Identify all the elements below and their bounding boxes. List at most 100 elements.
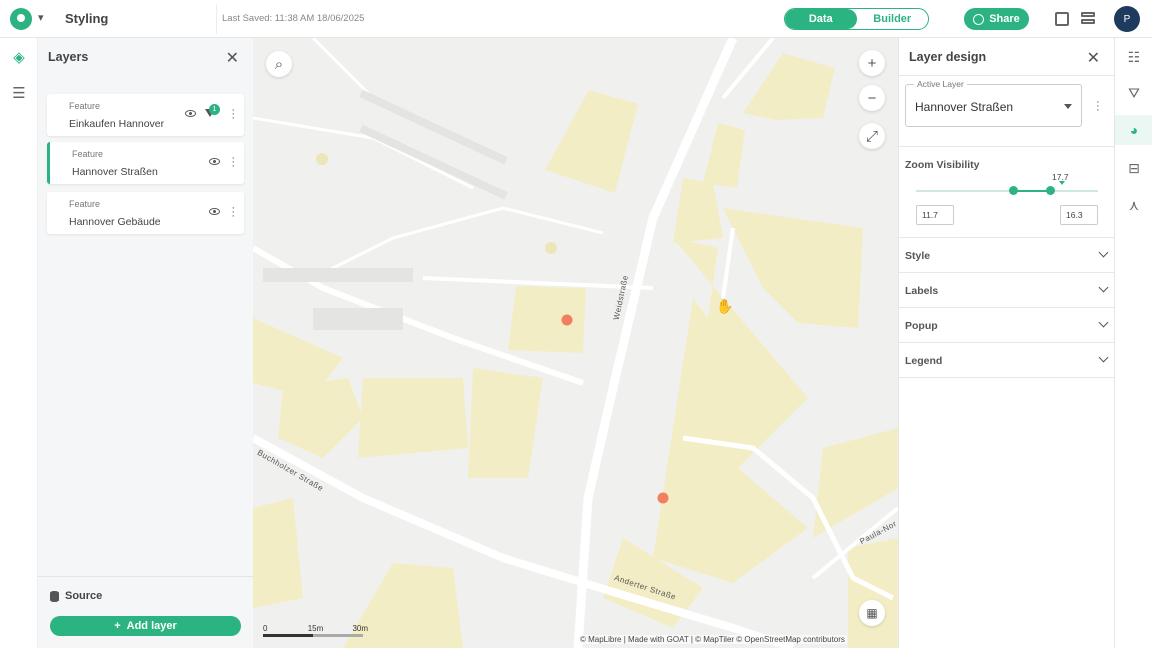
right-icon-rail: ☷ ⛛ ◕ ⊟ ⋏	[1114, 38, 1152, 648]
palette-icon[interactable]: ◕	[1115, 115, 1152, 145]
zoom-min-thumb[interactable]	[1009, 186, 1018, 195]
scale-label: 30m	[352, 624, 369, 633]
fullscreen-icon[interactable]: ⤢	[859, 123, 885, 149]
project-title[interactable]: Styling	[65, 11, 108, 26]
divider	[899, 146, 1115, 147]
green-dot	[545, 242, 557, 254]
scale-label: 0	[263, 624, 268, 633]
chevron-down-icon	[1098, 247, 1109, 258]
layers-panel: Layers ✕ Feature Einkaufen Hannover 1 · ·…	[38, 38, 253, 648]
map-attribution[interactable]: © MapLibre | Made with GOAT | © MapTiler…	[578, 635, 847, 644]
filter-count-badge: 1	[209, 104, 220, 115]
basemap-toggle-icon[interactable]: ▦	[859, 600, 885, 626]
add-layer-button[interactable]: + Add layer	[50, 616, 241, 636]
chevron-down-icon	[1098, 352, 1109, 363]
legend-section[interactable]: Legend	[899, 342, 1115, 377]
scale-labels: 0 15m 30m	[263, 624, 368, 633]
source-button[interactable]: Source	[50, 590, 102, 602]
toolbox-icon[interactable]: ⊟	[1119, 153, 1149, 183]
eye-icon[interactable]	[209, 158, 220, 165]
divider	[216, 4, 217, 34]
layer-name: Hannover Straßen	[72, 166, 158, 178]
section-label: Popup	[905, 320, 938, 332]
layers-panel-title: Layers	[48, 50, 89, 64]
section-label: Style	[905, 250, 931, 262]
current-zoom-marker	[1059, 181, 1065, 185]
scale-label: 15m	[307, 624, 324, 633]
layers-icon[interactable]: ◈	[4, 42, 34, 72]
section-label: Legend	[905, 355, 943, 367]
more-options-icon[interactable]: · · ·	[231, 203, 235, 222]
active-layer-legend: Active Layer	[914, 79, 967, 89]
buildings	[253, 53, 898, 648]
layer-card[interactable]: Feature Einkaufen Hannover 1 · · ·	[47, 94, 244, 136]
layer-name: Hannover Gebäude	[69, 216, 161, 228]
layer-card[interactable]: Feature Hannover Gebäude · · ·	[47, 192, 244, 234]
analysis-icon[interactable]: ⋏	[1119, 190, 1149, 220]
app-logo-icon[interactable]	[10, 8, 32, 30]
left-icon-rail: ◈ ☰	[0, 38, 38, 648]
last-saved-status: Last Saved: 11:38 AM 18/06/2025	[222, 13, 365, 24]
builder-mode-button[interactable]: Builder	[857, 9, 929, 29]
caret-down-icon	[1064, 104, 1072, 109]
section-label: Labels	[905, 285, 939, 297]
eye-icon[interactable]	[209, 208, 220, 215]
more-options-icon[interactable]: · · ·	[1096, 97, 1100, 116]
database-icon	[50, 590, 59, 602]
zoom-slider-track[interactable]	[916, 190, 1098, 192]
style-section[interactable]: Style	[899, 237, 1115, 272]
active-layer-value: Hannover Straßen	[915, 100, 1014, 114]
layer-design-panel: Layer design ✕ Active Layer Hannover Str…	[898, 38, 1115, 648]
avatar[interactable]: P	[1114, 6, 1140, 32]
sliders-icon[interactable]: ☷	[1119, 42, 1149, 72]
divider	[899, 377, 1115, 378]
poi-marker[interactable]	[657, 492, 669, 504]
layer-design-title: Layer design	[909, 50, 987, 64]
search-icon[interactable]: ⌕	[266, 51, 292, 77]
zoom-max-thumb[interactable]	[1046, 186, 1055, 195]
layer-type-label: Feature	[69, 199, 101, 209]
data-mode-button[interactable]: Data	[785, 9, 857, 29]
plus-icon: +	[114, 620, 121, 632]
filter-icon[interactable]: ⛛	[1119, 78, 1149, 108]
layer-type-label: Feature	[72, 149, 104, 159]
mode-toggle: Data Builder	[784, 8, 929, 30]
active-layer-select[interactable]: Active Layer Hannover Straßen	[905, 79, 1082, 127]
layer-card[interactable]: Feature Hannover Straßen · · ·	[47, 142, 244, 184]
more-options-icon[interactable]: · · ·	[231, 153, 235, 172]
top-bar: ▾ Styling Last Saved: 11:38 AM 18/06/202…	[0, 0, 1152, 38]
zoom-visibility-title: Zoom Visibility	[905, 159, 980, 171]
zoom-min-input[interactable]: 11.7	[916, 205, 954, 225]
add-layer-label: Add layer	[126, 620, 177, 632]
hand-cursor-icon: ✋	[716, 298, 734, 314]
map-canvas[interactable]: Weidstraße Anderter Straße Buchholzer St…	[253, 38, 898, 648]
stack-icon[interactable]	[1081, 12, 1095, 26]
list-icon[interactable]: ☰	[4, 78, 34, 108]
popup-section[interactable]: Popup	[899, 307, 1115, 342]
layer-type-label: Feature	[69, 101, 101, 111]
divider	[38, 576, 253, 577]
more-options-icon[interactable]: · · ·	[231, 105, 235, 124]
chevron-down-icon	[1098, 282, 1109, 293]
zoom-in-button[interactable]: +	[859, 50, 885, 76]
zoom-max-input[interactable]: 16.3	[1060, 205, 1098, 225]
share-label: Share	[989, 13, 1020, 25]
chevron-down-icon	[1098, 317, 1109, 328]
source-label: Source	[65, 590, 103, 602]
map-basemap	[253, 38, 898, 648]
close-icon[interactable]: ✕	[226, 48, 239, 68]
globe-icon	[973, 13, 985, 25]
scale-bar	[313, 634, 363, 637]
close-icon[interactable]: ✕	[1087, 48, 1100, 68]
share-button[interactable]: Share	[964, 8, 1029, 30]
scale-bar	[263, 634, 313, 637]
labels-section[interactable]: Labels	[899, 272, 1115, 307]
divider	[899, 75, 1115, 76]
chevron-down-icon[interactable]: ▾	[38, 11, 44, 24]
book-icon[interactable]	[1055, 12, 1069, 26]
eye-icon[interactable]	[185, 110, 196, 117]
green-dot	[316, 153, 328, 165]
zoom-out-button[interactable]: −	[859, 85, 885, 111]
poi-marker[interactable]	[561, 314, 573, 326]
layer-name: Einkaufen Hannover	[69, 118, 165, 130]
